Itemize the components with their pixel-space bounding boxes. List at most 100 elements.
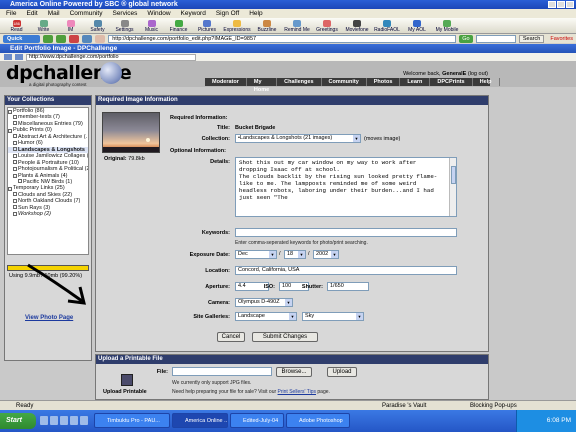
browse-button[interactable]: Browse...	[276, 367, 312, 377]
scrollbar-thumb[interactable]	[451, 166, 456, 184]
keywords-input[interactable]	[235, 228, 457, 237]
tree-node-icon[interactable]	[13, 140, 17, 145]
menu-window[interactable]: Window	[147, 9, 170, 18]
collection-select[interactable]: •Landscapes & Longshots (21 images) ▼	[235, 134, 361, 143]
menu-services[interactable]: Services	[112, 9, 137, 18]
toolbar-settings[interactable]: Settings	[112, 20, 137, 33]
desktop-icon[interactable]	[50, 416, 58, 425]
back-icon[interactable]	[4, 54, 12, 60]
toolbar-music[interactable]: Music	[139, 20, 164, 33]
media-icon[interactable]	[60, 416, 68, 425]
inner-url-field[interactable]: http://www.dpchallenge.com/portfolio	[26, 53, 196, 61]
forward-arrow-icon[interactable]	[56, 34, 67, 43]
tree-node-icon[interactable]	[13, 205, 17, 210]
tree-node-icon[interactable]	[13, 114, 17, 119]
nav-community[interactable]: Community	[322, 78, 367, 86]
tree-node-icon[interactable]	[13, 160, 17, 165]
outlook-icon[interactable]	[80, 416, 88, 425]
exposure-year-select[interactable]: 2002 ▼	[313, 250, 339, 259]
tree-node-icon[interactable]	[13, 192, 17, 197]
toolbar-buzzline[interactable]: Buzzline	[253, 20, 281, 33]
back-arrow-icon[interactable]	[43, 34, 54, 43]
menu-edit[interactable]: Edit	[26, 9, 37, 18]
photo-thumbnail[interactable]	[102, 112, 160, 153]
menu-mail[interactable]: Mail	[48, 9, 60, 18]
menu-help[interactable]: Help	[249, 9, 262, 18]
toolbar-read[interactable]: 186 Read	[4, 20, 29, 33]
task-edited-july[interactable]: Edited-July-04	[230, 413, 284, 428]
username[interactable]: GeneralE	[442, 71, 466, 77]
location-input[interactable]: Concord, California, USA	[235, 266, 457, 275]
nav-challenges[interactable]: Challenges	[277, 78, 322, 86]
aol-search-button[interactable]: Search	[518, 34, 545, 43]
file-input[interactable]	[172, 367, 272, 376]
menu-community[interactable]: Community	[70, 9, 103, 18]
start-button[interactable]: Start	[0, 413, 36, 429]
view-photo-page-link[interactable]: View Photo Page	[25, 315, 73, 321]
close-icon[interactable]	[566, 1, 574, 8]
tree-node-icon[interactable]	[13, 153, 17, 158]
toolbar-finance[interactable]: Finance	[166, 20, 191, 33]
quick-start-button[interactable]: Quick Start	[3, 34, 41, 50]
nav-moderator[interactable]: Moderator	[205, 78, 247, 86]
tree-node-icon[interactable]	[18, 179, 22, 184]
tree-node-icon[interactable]	[13, 121, 17, 126]
menu-keyword[interactable]: Keyword	[181, 9, 206, 18]
tree-node-icon[interactable]	[13, 198, 17, 203]
menu-signoff[interactable]: Sign Off	[216, 9, 239, 18]
toolbar-mymobile[interactable]: My Mobile	[433, 20, 461, 33]
address-input[interactable]: http://dpchallenge.com/portfolio_edit.ph…	[108, 34, 456, 43]
toolbar-im[interactable]: IM	[58, 20, 83, 33]
exposure-day-select[interactable]: 18 ▼	[284, 250, 306, 259]
toolbar-write[interactable]: Write	[31, 20, 56, 33]
gallery-select-1[interactable]: Landscape ▼	[235, 312, 297, 321]
collapse-icon[interactable]: -	[8, 109, 12, 114]
collection-item[interactable]: Workshop (2)	[8, 211, 88, 217]
aol-search-input[interactable]	[475, 34, 516, 43]
aol-icon[interactable]	[70, 416, 78, 425]
go-button[interactable]: Go	[458, 34, 473, 43]
maximize-icon[interactable]	[557, 1, 565, 8]
toolbar-greetings[interactable]: Greetings	[313, 20, 341, 33]
toolbar-remindme[interactable]: Remind Me	[283, 20, 311, 33]
gallery-select-2[interactable]: Sky ▼	[302, 312, 364, 321]
shutter-input[interactable]: 1/650	[327, 282, 369, 291]
details-scrollbar[interactable]	[449, 158, 456, 216]
home-icon[interactable]	[95, 34, 106, 43]
nav-help[interactable]: Help	[473, 78, 500, 86]
nav-my-home[interactable]: My Home	[247, 78, 278, 93]
exposure-month-select[interactable]: Dec ▼	[235, 250, 277, 259]
favorites-button[interactable]: Favorites	[547, 35, 576, 43]
submit-changes-button[interactable]: Submit Changes	[252, 332, 318, 342]
menu-file[interactable]: File	[6, 9, 16, 18]
logout-link[interactable]: (log out)	[468, 71, 488, 77]
upload-button[interactable]: Upload	[327, 367, 357, 377]
tree-node-icon[interactable]	[13, 147, 17, 152]
nav-dpcprints[interactable]: DPCPrints	[430, 78, 473, 86]
stop-icon[interactable]	[69, 34, 80, 43]
tree-node-icon[interactable]	[13, 134, 17, 139]
toolbar-moviefone[interactable]: Moviefone	[343, 20, 371, 33]
collapse-icon[interactable]: -	[8, 186, 12, 191]
tree-node-icon[interactable]	[13, 166, 17, 171]
nav-learn[interactable]: Learn	[400, 78, 431, 86]
task-timbuktu[interactable]: Timbuktu Pro - PAU...	[94, 413, 170, 428]
collapse-icon[interactable]: -	[13, 174, 17, 179]
print-sellers-tips-link[interactable]: Print Sellers' Tips	[278, 389, 316, 395]
task-aol[interactable]: America Online ...	[172, 413, 228, 428]
nav-photos[interactable]: Photos	[367, 78, 401, 86]
collapse-icon[interactable]: -	[8, 128, 12, 133]
ie-icon[interactable]	[40, 416, 48, 425]
camera-select[interactable]: Olympus D-490Z ▼	[235, 298, 293, 307]
details-textarea[interactable]: Shot this out my car window on my way to…	[235, 157, 457, 217]
toolbar-safety[interactable]: Safety	[85, 20, 110, 33]
forward-icon[interactable]	[15, 54, 23, 60]
toolbar-radiofaol[interactable]: RadioFAOL	[373, 20, 401, 33]
cancel-button[interactable]: Cancel	[217, 332, 245, 342]
toolbar-myaol[interactable]: My AOL	[403, 20, 431, 33]
tree-node-icon[interactable]	[13, 211, 17, 216]
minimize-icon[interactable]	[548, 1, 556, 8]
refresh-icon[interactable]	[82, 34, 93, 43]
toolbar-pictures[interactable]: Pictures	[193, 20, 221, 33]
toolbar-expressions[interactable]: Expressions	[223, 20, 251, 33]
